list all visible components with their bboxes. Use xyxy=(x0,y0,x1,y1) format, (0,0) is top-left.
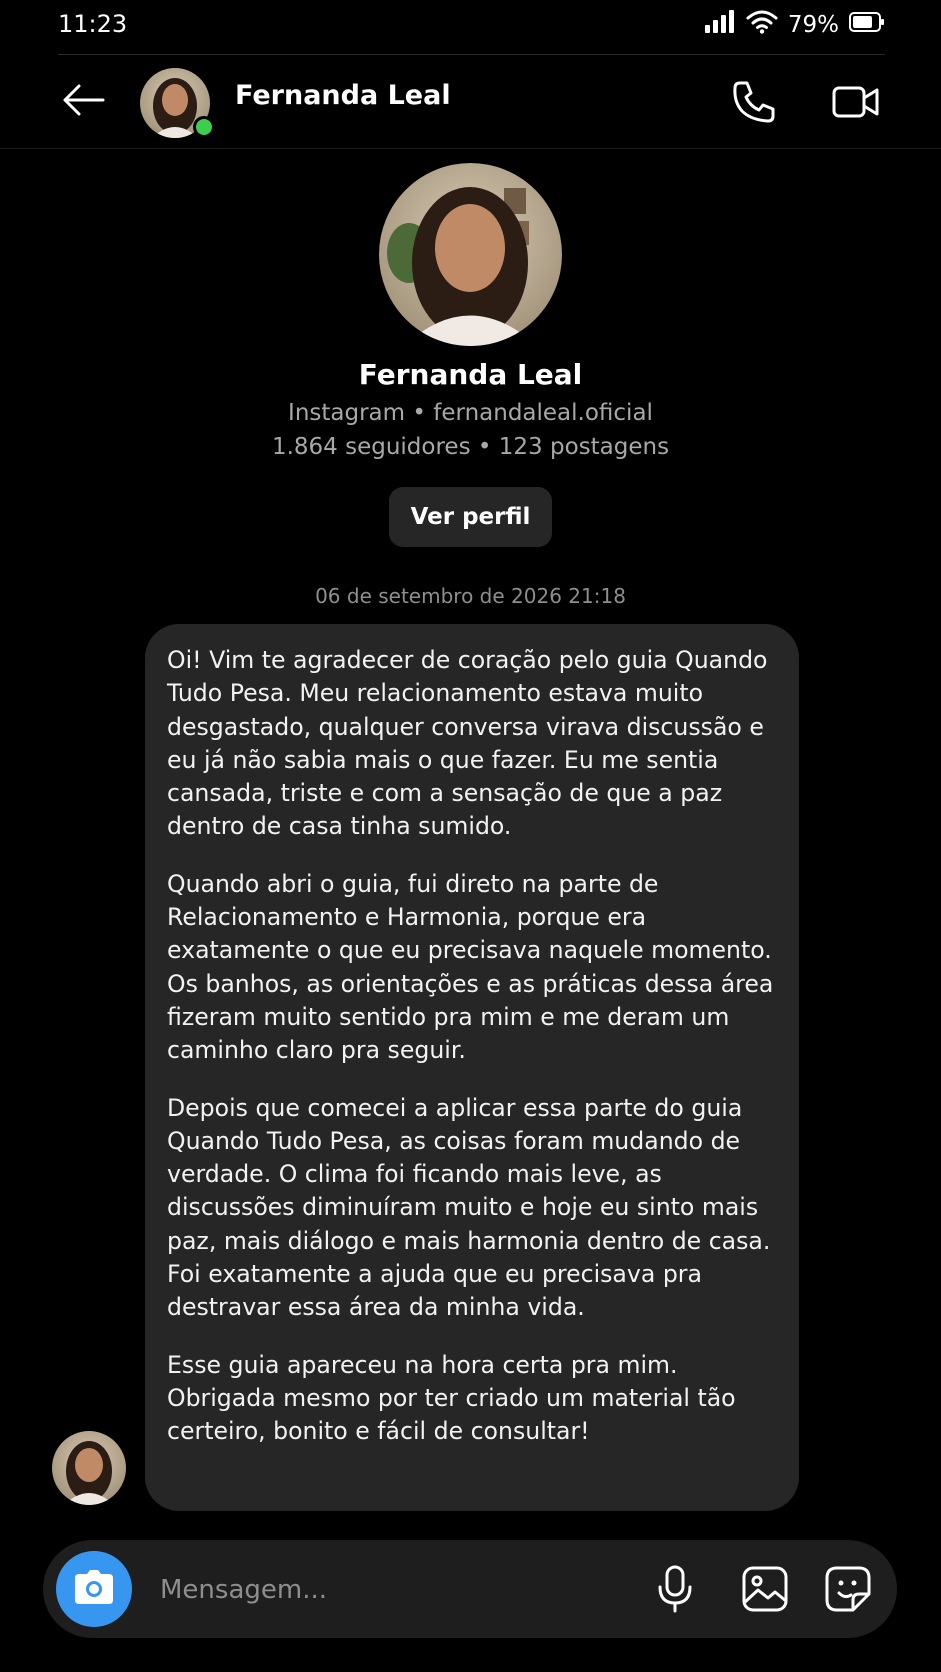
profile-photo xyxy=(379,163,562,346)
battery-icon xyxy=(849,11,885,39)
camera-icon xyxy=(74,1570,114,1608)
voice-call-button[interactable] xyxy=(728,78,780,130)
message-bubble[interactable]: Oi! Vim te agradecer de coração pelo gui… xyxy=(145,624,799,1511)
message-input[interactable] xyxy=(158,1560,622,1620)
profile-avatar[interactable] xyxy=(379,163,562,346)
wifi-icon xyxy=(746,10,778,40)
status-icons: 79% xyxy=(704,10,885,40)
microphone-icon xyxy=(656,1565,694,1617)
video-call-button[interactable] xyxy=(828,78,884,130)
camera-button[interactable] xyxy=(56,1551,132,1627)
header-contact-name[interactable]: Fernanda Leal xyxy=(235,80,451,111)
message-paragraph: Quando abri o guia, fui direto na parte … xyxy=(167,869,774,1065)
back-arrow-icon xyxy=(61,83,105,121)
profile-followers: 1.864 seguidores xyxy=(271,434,471,460)
gallery-button[interactable] xyxy=(740,1566,790,1616)
profile-posts: 123 postagens xyxy=(498,434,670,460)
voice-message-button[interactable] xyxy=(652,1565,698,1617)
profile-platform: Instagram xyxy=(288,400,406,426)
separator-dot: • xyxy=(412,400,434,426)
separator-dot: • xyxy=(477,434,499,460)
message-paragraph: Oi! Vim te agradecer de coração pelo gui… xyxy=(167,646,768,841)
header-divider xyxy=(0,148,941,149)
message-paragraph: Depois que comecei a aplicar essa parte … xyxy=(167,1093,771,1322)
profile-username: fernandaleal.oficial xyxy=(433,400,653,426)
profile-name: Fernanda Leal xyxy=(358,358,583,391)
video-camera-icon xyxy=(832,83,880,125)
profile-stats-line: 1.864 seguidores • 123 postagens xyxy=(0,434,941,460)
message-timestamp: 06 de setembro de 2026 21:18 xyxy=(315,584,626,608)
view-profile-button[interactable]: Ver perfil xyxy=(389,487,552,547)
profile-platform-line: Instagram • fernandaleal.oficial xyxy=(0,400,941,426)
sender-avatar-image xyxy=(52,1431,126,1505)
battery-percentage: 79% xyxy=(787,12,839,38)
gallery-icon xyxy=(742,1566,788,1616)
sticker-icon xyxy=(825,1566,871,1616)
status-time: 11:23 xyxy=(58,10,128,38)
phone-icon xyxy=(731,79,777,129)
back-button[interactable] xyxy=(58,78,108,126)
status-divider xyxy=(58,54,885,55)
message-paragraph: Esse guia apareceu na hora certa pra mim… xyxy=(167,1350,736,1446)
sender-avatar[interactable] xyxy=(52,1431,126,1505)
signal-icon xyxy=(704,10,736,40)
sticker-button[interactable] xyxy=(823,1566,873,1616)
online-status-dot xyxy=(193,116,215,138)
